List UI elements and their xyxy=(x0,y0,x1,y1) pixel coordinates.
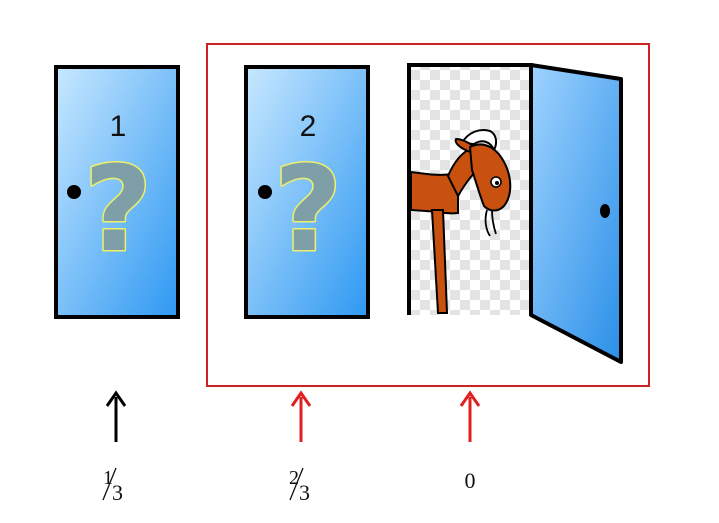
arrow-up-icon xyxy=(459,390,481,442)
arrow-up-icon xyxy=(105,390,127,442)
arrow-up-icon xyxy=(290,390,312,442)
door-3-open xyxy=(407,63,623,364)
probability-door-3: 0 xyxy=(465,468,476,493)
door-1-number: 1 xyxy=(110,110,127,143)
door-2: 2 ? xyxy=(244,65,370,319)
probability-1-denominator: 3 xyxy=(112,480,123,505)
door-2-knob xyxy=(258,185,272,199)
door-1: 1 ? xyxy=(54,65,180,319)
probability-2-numerator: 2 xyxy=(289,467,299,489)
question-mark-icon: ? xyxy=(274,140,342,278)
probability-2-denominator: 3 xyxy=(299,480,310,505)
probability-door-2: 2 3 xyxy=(289,467,310,505)
door-2-number: 2 xyxy=(300,110,317,143)
probability-door-1: 1 3 xyxy=(102,467,123,505)
door-1-knob xyxy=(67,185,81,199)
monty-hall-diagram: 1 ? 2 ? 1 3 2 3 0 xyxy=(54,43,650,505)
door-3-knob xyxy=(600,204,610,218)
question-mark-icon: ? xyxy=(84,140,152,278)
